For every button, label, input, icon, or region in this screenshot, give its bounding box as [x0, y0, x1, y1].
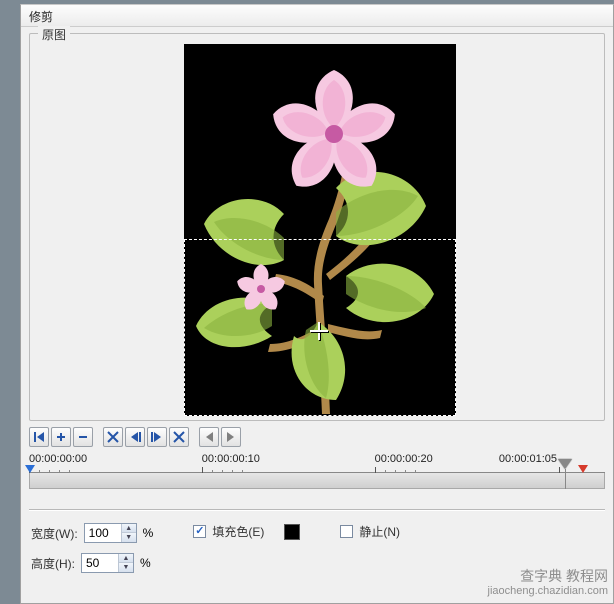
- fill-color-checkbox[interactable]: [193, 525, 206, 538]
- width-spinner[interactable]: ▲ ▼: [84, 523, 137, 543]
- width-spin-down[interactable]: ▼: [122, 533, 136, 542]
- width-label: 宽度(W):: [31, 525, 78, 542]
- flower-large: [264, 62, 404, 202]
- dialog-window: 修剪 原图: [20, 4, 614, 604]
- height-spin-down[interactable]: ▼: [119, 563, 133, 572]
- preview-canvas[interactable]: [184, 44, 456, 416]
- timeline-track[interactable]: [29, 473, 605, 489]
- preview-group: 原图: [29, 33, 605, 421]
- height-input[interactable]: [82, 554, 118, 572]
- window-title: 修剪: [29, 10, 53, 24]
- height-spin-up[interactable]: ▲: [119, 554, 133, 563]
- next-frame-button[interactable]: [147, 427, 167, 447]
- playback-toolbar: [29, 427, 605, 447]
- mark-out-button[interactable]: [169, 427, 189, 447]
- height-label: 高度(H):: [31, 555, 75, 572]
- leaf-5: [282, 322, 354, 404]
- loop-start-button[interactable]: [199, 427, 219, 447]
- prev-frame-button[interactable]: [125, 427, 145, 447]
- width-spin-up[interactable]: ▲: [122, 524, 136, 533]
- tick-label: 00:00:01:05: [499, 453, 557, 465]
- go-start-button[interactable]: [29, 427, 49, 447]
- tick-label: 00:00:00:00: [29, 453, 87, 465]
- fill-color-swatch[interactable]: [284, 524, 300, 540]
- height-spinner[interactable]: ▲ ▼: [81, 553, 134, 573]
- nudge-left-button[interactable]: [51, 427, 71, 447]
- nudge-right-button[interactable]: [73, 427, 93, 447]
- loop-end-button[interactable]: [221, 427, 241, 447]
- percent-label: %: [140, 556, 151, 570]
- options-panel: 宽度(W): ▲ ▼ % 高度(H): ▲: [29, 523, 605, 573]
- tick-label: 00:00:00:10: [202, 453, 260, 465]
- flower-small: [234, 262, 288, 316]
- timeline[interactable]: 00:00:00:00 00:00:00:10 00:00:00:20 00:0…: [29, 453, 605, 501]
- tick-label: 00:00:00:20: [375, 453, 433, 465]
- percent-label: %: [143, 526, 154, 540]
- title-bar: 修剪: [21, 5, 613, 27]
- width-input[interactable]: [85, 524, 121, 542]
- fill-color-label: 填充色(E): [212, 523, 264, 540]
- still-label: 静止(N): [359, 523, 400, 540]
- playhead[interactable]: [558, 459, 572, 489]
- still-checkbox[interactable]: [340, 525, 353, 538]
- leaf-4: [344, 258, 436, 330]
- preview-group-label: 原图: [38, 26, 70, 43]
- mark-in-button[interactable]: [103, 427, 123, 447]
- out-marker-icon[interactable]: [578, 465, 588, 473]
- in-marker-icon[interactable]: [25, 465, 35, 473]
- content-area: 原图: [21, 27, 613, 581]
- preview-area[interactable]: [40, 44, 600, 416]
- timeline-ruler[interactable]: 00:00:00:00 00:00:00:10 00:00:00:20 00:0…: [29, 453, 605, 473]
- divider: [29, 509, 605, 511]
